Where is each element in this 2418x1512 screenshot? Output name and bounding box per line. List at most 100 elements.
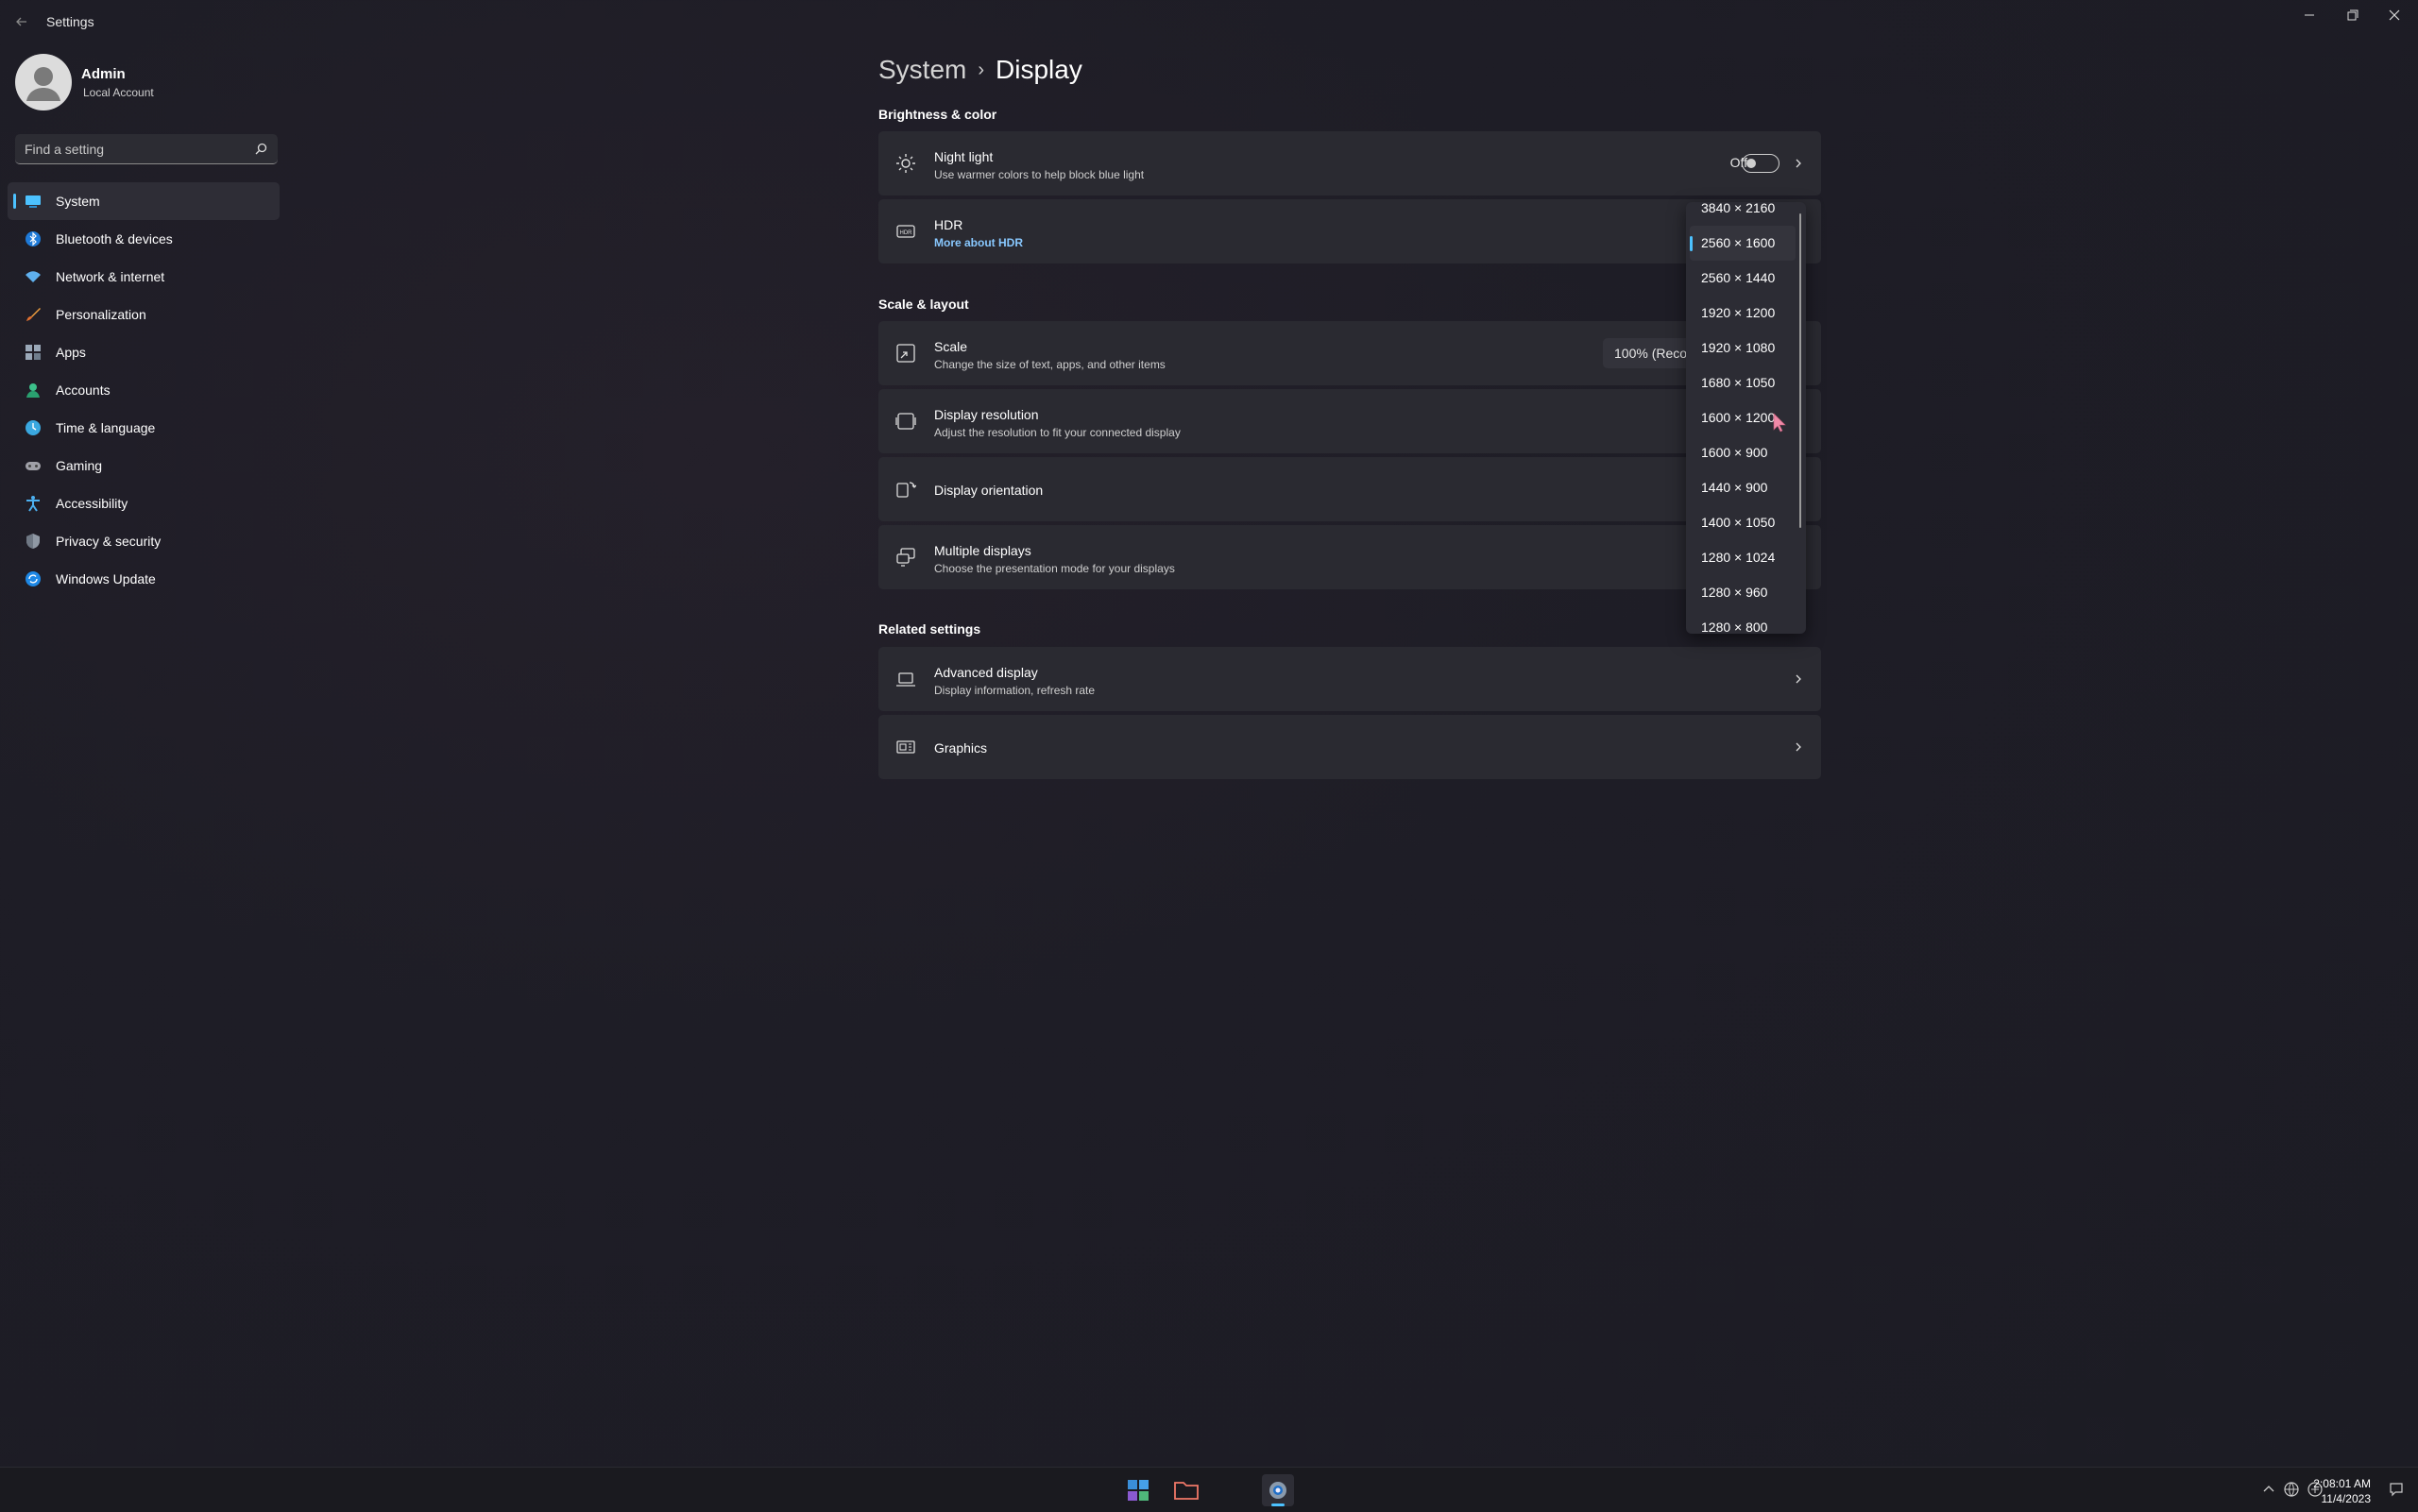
resolution-option[interactable]: 1920 × 1200 <box>1686 296 1799 331</box>
sidebar-item-network[interactable]: Network & internet <box>8 258 280 296</box>
resolution-option[interactable]: 3840 × 2160 <box>1686 202 1799 226</box>
search-box[interactable] <box>15 134 278 164</box>
sidebar-item-windows-update[interactable]: Windows Update <box>8 560 280 598</box>
sidebar-item-label: Time & language <box>56 420 156 435</box>
multiple-displays-icon <box>895 547 916 568</box>
resolution-option[interactable]: 2560 × 1440 <box>1686 261 1799 296</box>
system-clock[interactable]: 2:08:01 AM 11/4/2023 <box>2313 1476 2371 1506</box>
resolution-option[interactable]: 1400 × 1050 <box>1686 505 1799 540</box>
display-resolution-card[interactable]: Display resolution Adjust the resolution… <box>878 389 1821 453</box>
language-icon[interactable] <box>2283 1481 2300 1498</box>
resolution-option[interactable]: 1600 × 900 <box>1686 435 1799 470</box>
sidebar-item-accounts[interactable]: Accounts <box>8 371 280 409</box>
chevron-right-icon[interactable] <box>1793 673 1804 685</box>
night-light-toggle[interactable] <box>1742 154 1779 173</box>
restore-button[interactable] <box>2328 0 2375 32</box>
user-name: Admin <box>81 66 126 82</box>
window-title: Settings <box>46 14 94 29</box>
close-button[interactable] <box>2371 0 2418 32</box>
resolution-option-selected[interactable]: 2560 × 1600 <box>1690 226 1796 261</box>
sidebar-item-privacy[interactable]: Privacy & security <box>8 522 280 560</box>
resolution-option-label: 2560 × 1600 <box>1701 235 1776 250</box>
user-icon <box>26 67 60 101</box>
file-explorer-icon[interactable] <box>1170 1474 1202 1506</box>
sidebar-item-label: Network & internet <box>56 269 165 284</box>
sidebar-item-gaming[interactable]: Gaming <box>8 447 280 484</box>
gaming-icon <box>25 457 42 474</box>
night-light-subtitle: Use warmer colors to help block blue lig… <box>934 168 1145 181</box>
resolution-subtitle: Adjust the resolution to fit your connec… <box>934 426 1181 439</box>
section-heading-related: Related settings <box>878 621 981 637</box>
settings-icon[interactable] <box>1262 1474 1294 1506</box>
notification-icon[interactable] <box>2388 1481 2405 1498</box>
sidebar-item-label: System <box>56 194 100 209</box>
resolution-option[interactable]: 1280 × 960 <box>1686 575 1799 610</box>
accessibility-icon <box>25 495 42 512</box>
section-heading-brightness: Brightness & color <box>878 107 997 122</box>
active-indicator <box>13 194 16 209</box>
brightness-icon <box>895 153 916 174</box>
night-light-card[interactable]: Night light Use warmer colors to help bl… <box>878 131 1821 195</box>
section-heading-scale-layout: Scale & layout <box>878 297 969 312</box>
resolution-option[interactable]: 1920 × 1080 <box>1686 331 1799 365</box>
resolution-option[interactable]: 1680 × 1050 <box>1686 365 1799 400</box>
scale-card[interactable]: Scale Change the size of text, apps, and… <box>878 321 1821 385</box>
time-language-icon <box>25 419 42 436</box>
multiple-displays-subtitle: Choose the presentation mode for your di… <box>934 562 1175 575</box>
sidebar-item-time-language[interactable]: Time & language <box>8 409 280 447</box>
display-orientation-card[interactable]: Display orientation <box>878 457 1821 521</box>
graphics-icon <box>895 737 916 757</box>
bluetooth-icon <box>25 230 42 247</box>
sidebar-item-apps[interactable]: Apps <box>8 333 280 371</box>
sidebar-item-label: Privacy & security <box>56 534 162 549</box>
avatar[interactable] <box>15 54 72 110</box>
night-light-title: Night light <box>934 149 994 164</box>
breadcrumb-separator: › <box>978 59 985 80</box>
search-icon[interactable] <box>253 142 268 157</box>
orientation-title: Display orientation <box>934 483 1044 498</box>
scale-title: Scale <box>934 339 968 354</box>
resolution-option[interactable]: 1440 × 900 <box>1686 470 1799 505</box>
hdr-title: HDR <box>934 217 963 232</box>
minimize-button[interactable] <box>2286 0 2333 32</box>
selected-indicator <box>1690 236 1693 251</box>
chevron-right-icon[interactable] <box>1793 741 1804 753</box>
sidebar-item-system[interactable]: System <box>8 182 280 220</box>
update-icon <box>25 570 42 587</box>
chevron-right-icon[interactable] <box>1793 158 1804 169</box>
mouse-cursor-icon <box>1773 413 1786 433</box>
title-bar: Settings <box>0 0 2418 43</box>
shield-icon <box>25 533 42 550</box>
multiple-displays-card[interactable]: Multiple displays Choose the presentatio… <box>878 525 1821 589</box>
more-about-hdr-link[interactable]: More about HDR <box>934 236 1023 249</box>
back-arrow-icon[interactable] <box>13 13 30 30</box>
start-icon[interactable] <box>1122 1474 1154 1506</box>
resolution-dropdown-list[interactable]: 3840 × 2160 2560 × 1600 2560 × 1440 1920… <box>1686 202 1806 634</box>
chevron-up-icon[interactable] <box>2261 1482 2276 1497</box>
toggle-knob <box>1746 159 1756 168</box>
laptop-icon <box>895 669 916 689</box>
svg-text:HDR: HDR <box>900 230 913 236</box>
graphics-card[interactable]: Graphics <box>878 715 1821 779</box>
advanced-display-title: Advanced display <box>934 665 1038 680</box>
sidebar-item-personalization[interactable]: Personalization <box>8 296 280 333</box>
resolution-option[interactable]: 1280 × 1024 <box>1686 540 1799 575</box>
sidebar-item-bluetooth[interactable]: Bluetooth & devices <box>8 220 280 258</box>
advanced-display-card[interactable]: Advanced display Display information, re… <box>878 647 1821 711</box>
apps-icon <box>25 344 42 361</box>
graphics-title: Graphics <box>934 740 988 756</box>
multiple-displays-title: Multiple displays <box>934 543 1031 558</box>
wifi-icon <box>25 268 42 285</box>
breadcrumb-parent[interactable]: System <box>878 55 966 84</box>
resolution-option[interactable]: 1280 × 800 <box>1686 610 1799 634</box>
search-input[interactable] <box>25 140 242 159</box>
advanced-display-subtitle: Display information, refresh rate <box>934 684 1096 697</box>
taskbar: 2:08:01 AM 11/4/2023 <box>0 1467 2418 1512</box>
clock-time: 2:08:01 AM <box>2313 1477 2371 1490</box>
hdr-card[interactable]: HDR HDR More about HDR <box>878 199 1821 263</box>
dropdown-scrollbar[interactable] <box>1799 213 1801 528</box>
sidebar-item-label: Personalization <box>56 307 146 322</box>
sidebar-nav: System Bluetooth & devices Network & int… <box>8 182 280 598</box>
sidebar-item-accessibility[interactable]: Accessibility <box>8 484 280 522</box>
resolution-title: Display resolution <box>934 407 1039 422</box>
